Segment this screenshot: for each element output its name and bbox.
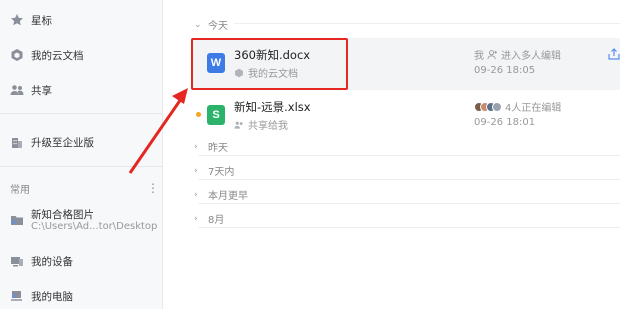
group-august[interactable]: › 8月 [194, 211, 225, 227]
sidebar-section-title: 常用 [10, 185, 30, 196]
file-row[interactable]: S 新知-远景.xlsx 共享给我 4人正在编辑 09-26 18:01 [191, 90, 620, 142]
sidebar-item-label: 我的电脑 [31, 290, 73, 303]
file-name: 新知-远景.xlsx [234, 100, 311, 114]
sidebar-item-label: 新知合格图片 [31, 209, 94, 221]
group-divider [198, 179, 620, 180]
file-time: 09-26 18:05 [474, 65, 536, 76]
file-time: 09-26 18:01 [474, 117, 536, 128]
file-location-label: 共享给我 [248, 121, 288, 132]
group-divider [198, 155, 620, 156]
group-label: 今天 [208, 21, 228, 32]
group-earlier-this-month[interactable]: › 本月更早 [194, 187, 248, 203]
editing-count: 4人正在编辑 [505, 103, 562, 114]
people-icon [10, 83, 24, 97]
file-status: 我 进入多人编辑 [474, 47, 561, 62]
sidebar: 星标 我的云文档 共享 升级至企业版 常用 ⋮ 新知合格图片 C:\Users\… [0, 0, 163, 309]
sidebar-item-label: 星标 [31, 14, 52, 27]
file-status: 4人正在编辑 [474, 99, 561, 114]
chevron-right-icon: › [194, 213, 198, 224]
collab-edit-link[interactable]: 进入多人编辑 [501, 47, 561, 62]
chevron-right-icon: › [194, 189, 198, 200]
folder-path: C:\Users\Ad...tor\Desktop [31, 221, 158, 232]
group-today[interactable]: ⌄ 今天 [194, 17, 228, 33]
unread-dot [196, 112, 201, 117]
highlight-box [191, 38, 348, 90]
spreadsheet-icon: S [207, 105, 225, 125]
sidebar-item-starred[interactable]: 星标 [0, 7, 163, 33]
sidebar-item-label: 升级至企业版 [31, 136, 94, 149]
computer-icon [10, 289, 24, 303]
share-icon[interactable] [607, 48, 620, 60]
more-options-icon[interactable]: ⋮ [147, 182, 159, 194]
sidebar-divider [0, 113, 163, 114]
chevron-right-icon: › [194, 141, 198, 152]
chevron-right-icon: › [194, 165, 198, 176]
file-location: 共享给我 [234, 117, 288, 132]
star-icon [10, 13, 24, 27]
avatar [492, 101, 502, 112]
cloud-doc-icon [10, 48, 24, 62]
editor-avatars [474, 101, 502, 112]
group-divider [198, 227, 620, 228]
sidebar-item-my-computer[interactable]: 我的电脑 [0, 283, 163, 309]
group-7-days[interactable]: › 7天内 [194, 163, 235, 179]
folder-icon [10, 213, 24, 227]
sidebar-item-shared[interactable]: 共享 [0, 77, 163, 103]
sidebar-divider [0, 166, 163, 167]
group-label: 昨天 [208, 143, 228, 154]
sidebar-item-label: 我的设备 [31, 255, 73, 268]
group-divider [234, 23, 620, 24]
sidebar-item-label: 共享 [31, 84, 52, 97]
status-owner: 我 [474, 51, 484, 62]
building-icon [10, 135, 24, 149]
group-label: 8月 [208, 215, 225, 226]
sidebar-item-upgrade-enterprise[interactable]: 升级至企业版 [0, 129, 163, 155]
add-user-icon [487, 50, 498, 60]
group-label: 本月更早 [208, 191, 248, 202]
device-icon [10, 254, 24, 268]
sidebar-item-my-devices[interactable]: 我的设备 [0, 248, 163, 274]
sidebar-item-my-cloud-docs[interactable]: 我的云文档 [0, 42, 163, 68]
chevron-down-icon: ⌄ [194, 19, 202, 30]
sidebar-item-pinned-folder[interactable]: 新知合格图片 C:\Users\Ad...tor\Desktop [0, 207, 163, 235]
group-label: 7天内 [208, 167, 235, 178]
people-icon [234, 121, 243, 129]
sidebar-item-label: 我的云文档 [31, 49, 84, 62]
group-divider [198, 203, 620, 204]
group-yesterday[interactable]: › 昨天 [194, 139, 228, 155]
